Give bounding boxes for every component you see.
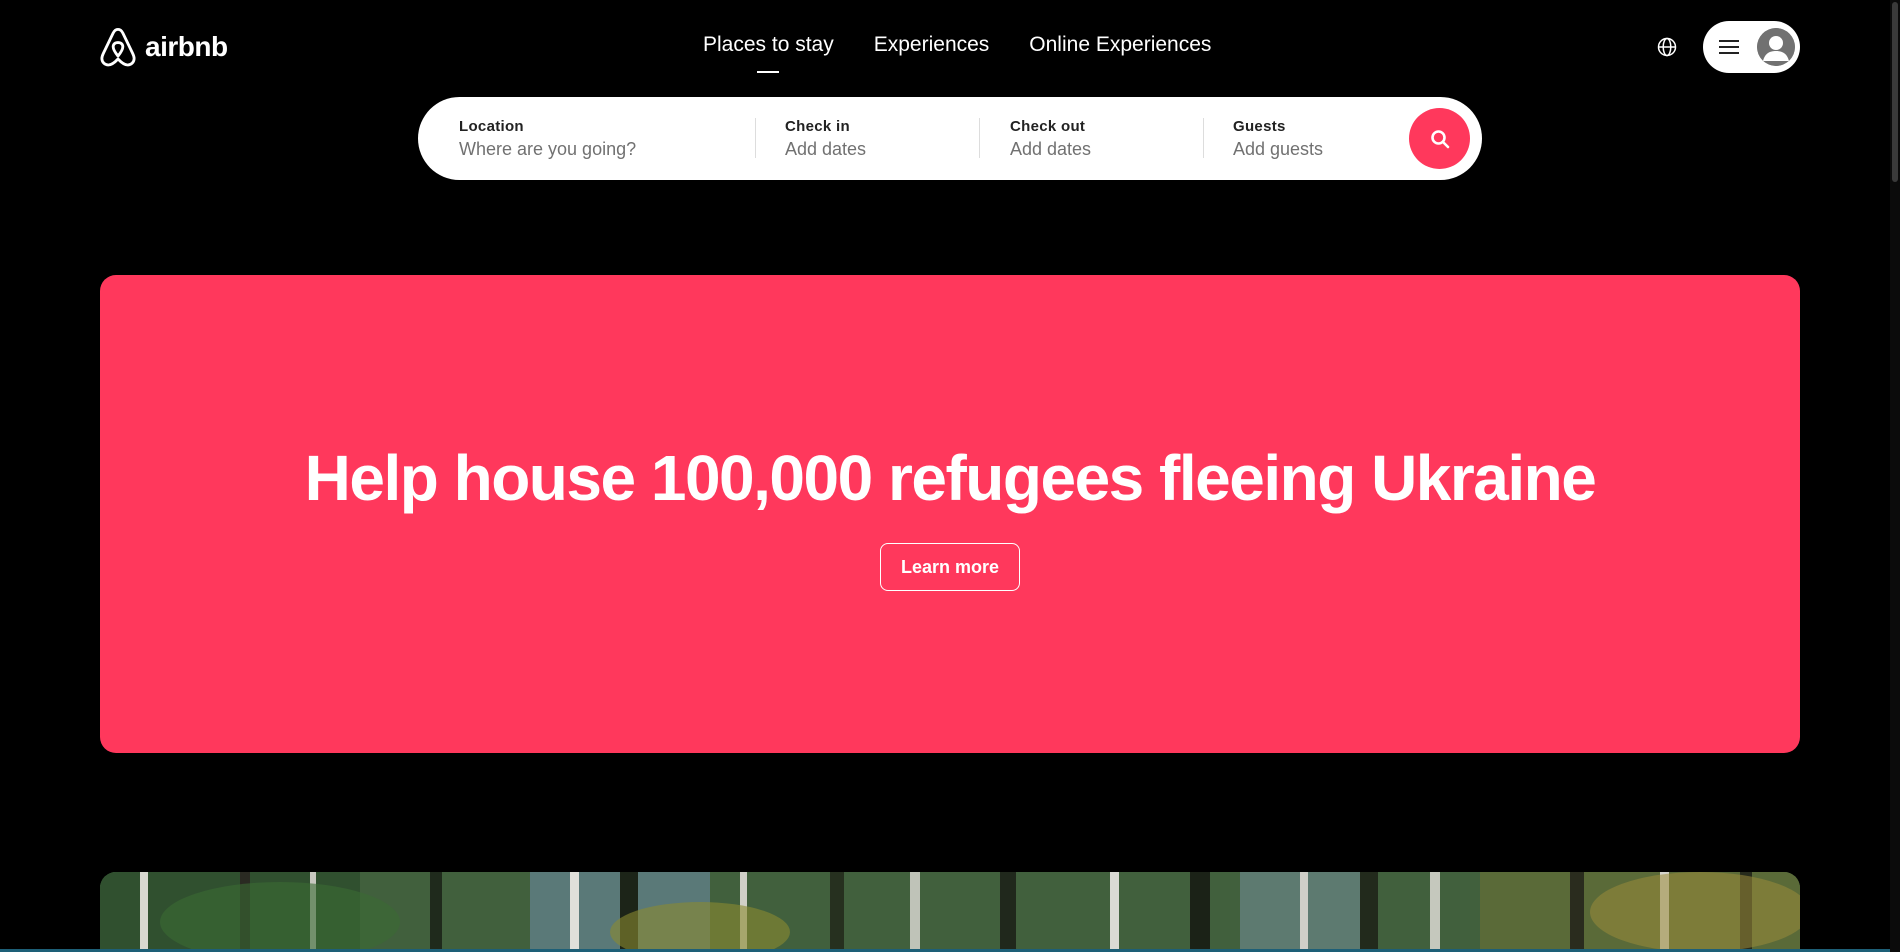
field-divider — [755, 118, 756, 158]
site-header: airbnb Places to stay Experiences Online… — [0, 0, 1900, 95]
airbnb-logo-icon — [100, 27, 136, 67]
airbnb-logo[interactable]: airbnb — [99, 26, 228, 68]
field-divider — [979, 118, 980, 158]
search-bar: Location Where are you going? Check in A… — [418, 97, 1482, 180]
page: airbnb Places to stay Experiences Online… — [0, 0, 1900, 952]
check-in-placeholder: Add dates — [785, 138, 867, 159]
guests-label: Guests — [1233, 117, 1286, 135]
avatar-icon — [1757, 28, 1795, 66]
field-divider — [1203, 118, 1204, 158]
search-button[interactable] — [1409, 108, 1470, 169]
main-nav: Places to stay Experiences Online Experi… — [703, 33, 1211, 57]
user-menu-button[interactable] — [1703, 21, 1800, 73]
check-in-field[interactable]: Check in Add dates — [785, 97, 965, 180]
location-field[interactable]: Location Where are you going? — [459, 97, 729, 180]
hamburger-icon — [1719, 40, 1739, 54]
scrollbar-thumb[interactable] — [1892, 2, 1898, 182]
search-icon — [1430, 129, 1449, 148]
tab-experiences[interactable]: Experiences — [874, 33, 990, 57]
language-button[interactable] — [1653, 33, 1681, 61]
banner-title: Help house 100,000 refugees fleeing Ukra… — [304, 442, 1597, 514]
guests-placeholder: Add guests — [1233, 138, 1324, 159]
location-placeholder: Where are you going? — [459, 138, 637, 159]
page-scrollbar[interactable] — [1890, 0, 1900, 952]
location-label: Location — [459, 117, 524, 135]
forest-image — [100, 872, 1800, 952]
check-in-label: Check in — [785, 117, 850, 135]
check-out-label: Check out — [1010, 117, 1086, 135]
check-out-placeholder: Add dates — [1010, 138, 1092, 159]
ukraine-banner: Help house 100,000 refugees fleeing Ukra… — [100, 275, 1800, 753]
globe-icon — [1657, 37, 1677, 57]
tab-online-experiences[interactable]: Online Experiences — [1029, 33, 1211, 57]
check-out-field[interactable]: Check out Add dates — [1010, 97, 1190, 180]
guests-field[interactable]: Guests Add guests — [1233, 97, 1393, 180]
tab-places-to-stay[interactable]: Places to stay — [703, 33, 834, 57]
brand-name: airbnb — [145, 31, 228, 62]
learn-more-button[interactable]: Learn more — [879, 543, 1021, 591]
